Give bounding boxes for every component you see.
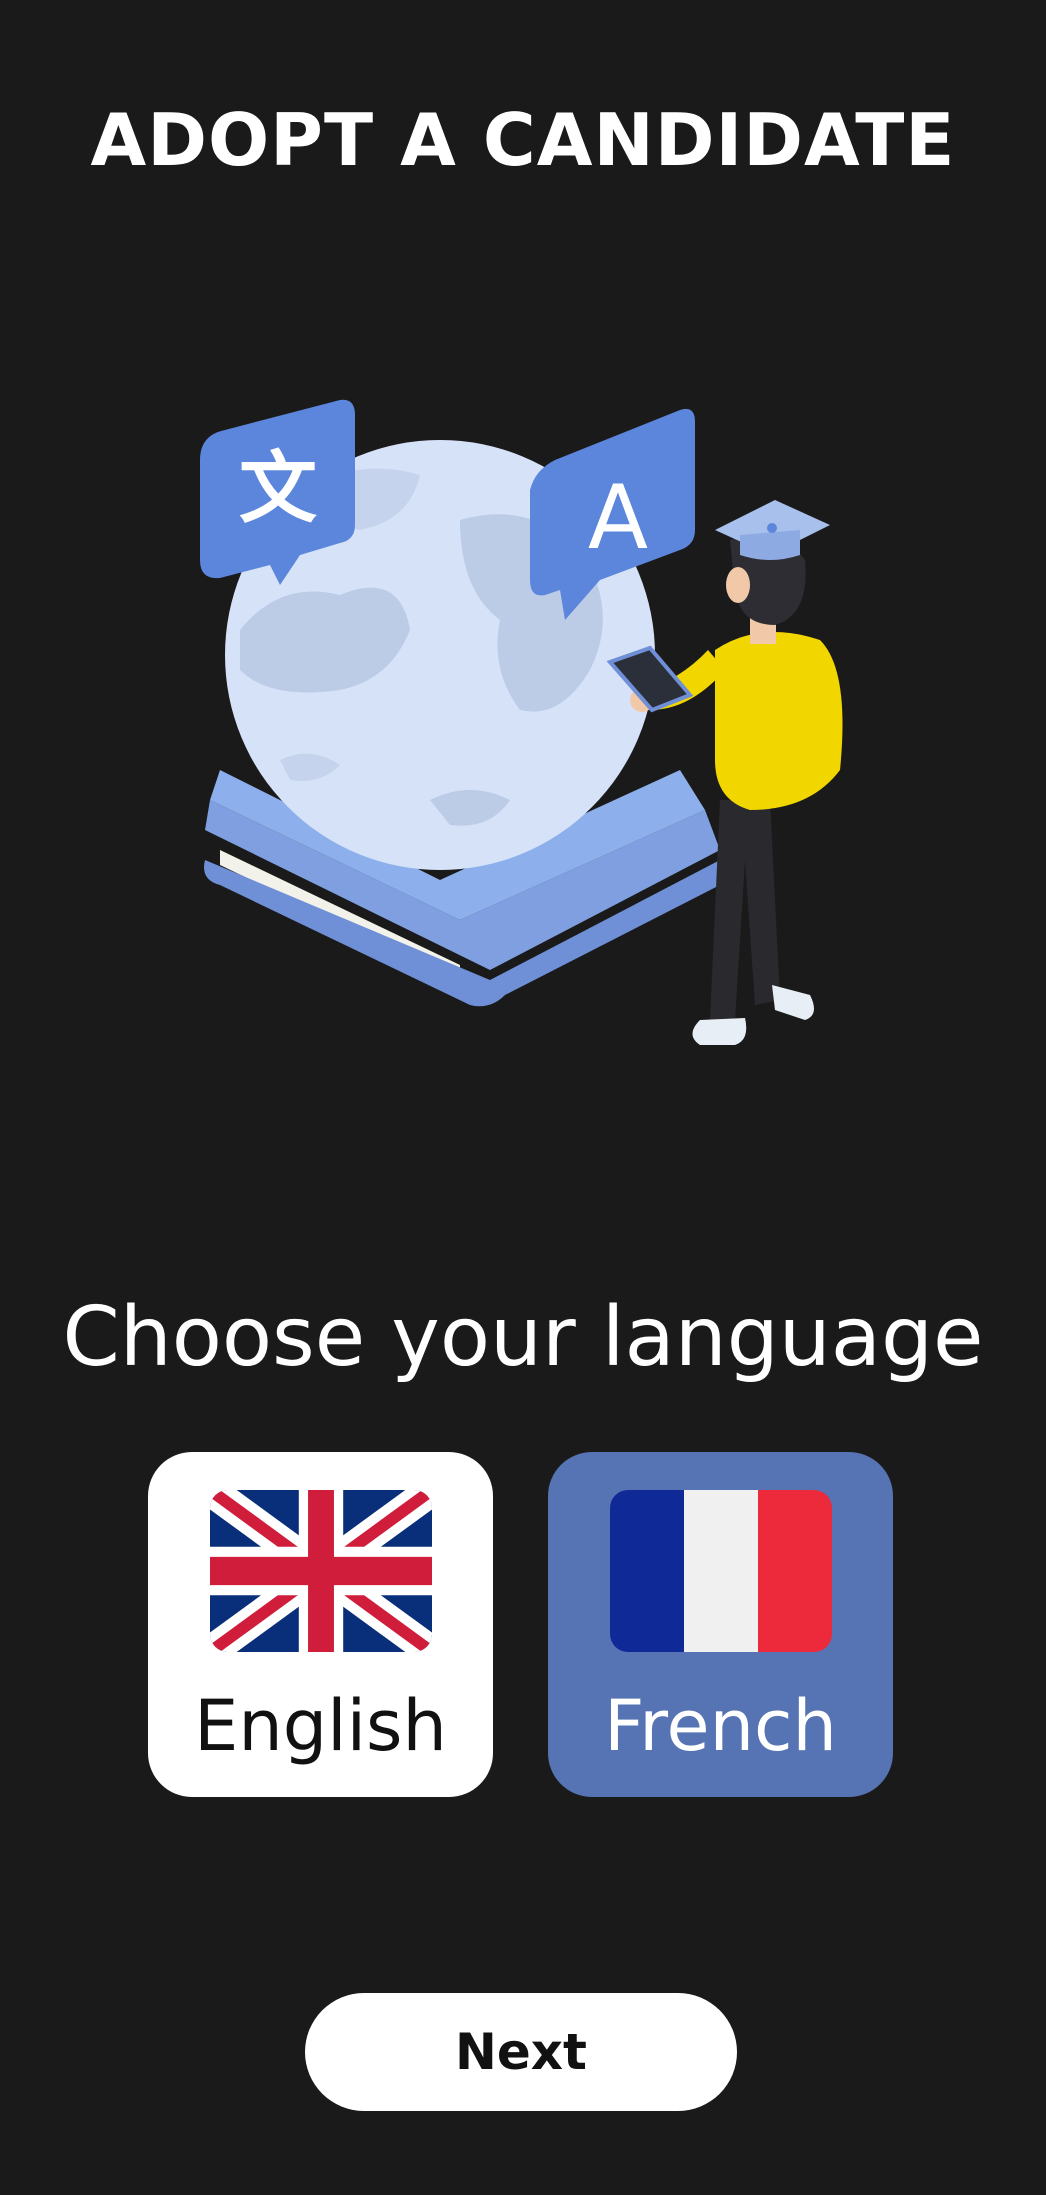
language-label-french: French (604, 1685, 837, 1767)
language-option-english[interactable]: English (148, 1452, 493, 1797)
next-button[interactable]: Next (305, 1993, 737, 2111)
france-flag-icon (610, 1490, 832, 1652)
language-learning-illustration: 文 A (200, 399, 843, 1045)
bubble-right-glyph: A (588, 466, 648, 569)
student-illustration (606, 500, 843, 1045)
choose-language-prompt: Choose your language (62, 1290, 984, 1385)
bubble-left-glyph: 文 (239, 444, 317, 534)
language-label-english: English (194, 1685, 447, 1767)
uk-flag-icon (210, 1490, 432, 1652)
page-title: ADOPT A CANDIDATE (90, 98, 956, 182)
language-option-french[interactable]: French (548, 1452, 893, 1797)
